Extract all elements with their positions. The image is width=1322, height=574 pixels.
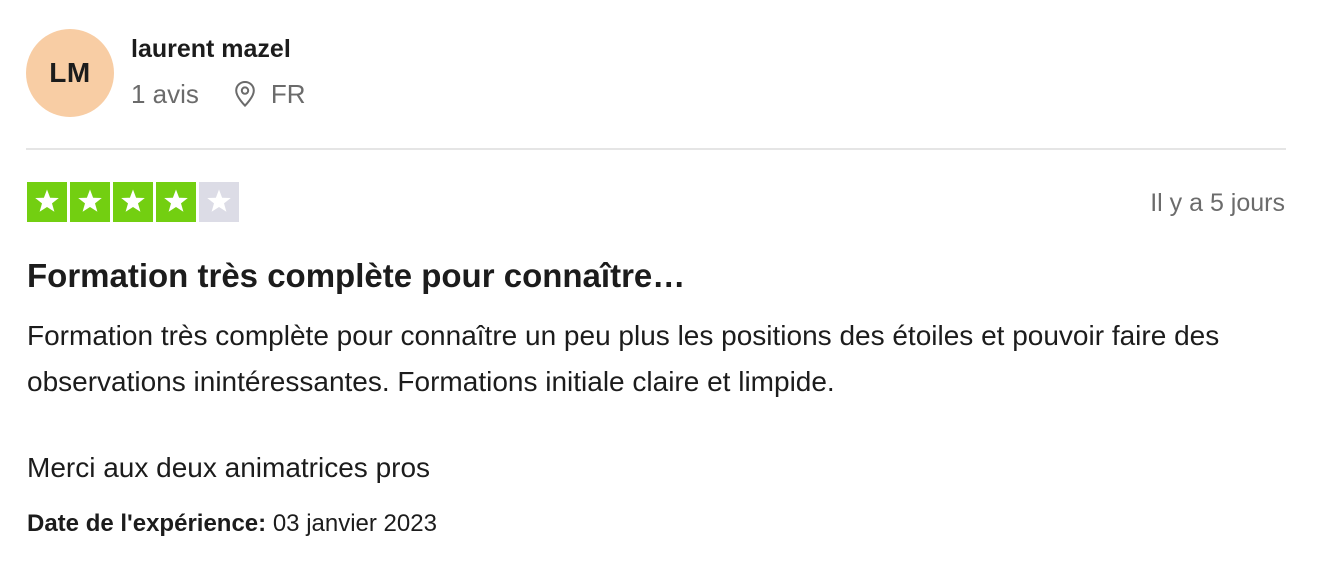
review-body-paragraph: Merci aux deux animatrices pros bbox=[27, 452, 431, 483]
reviewer-name[interactable]: laurent mazel bbox=[131, 33, 291, 65]
review-count: 1 avis bbox=[131, 79, 199, 109]
location-pin-icon bbox=[233, 79, 259, 109]
review-body-paragraph: Formation très complète pour connaître u… bbox=[27, 320, 1220, 397]
star-icon bbox=[113, 182, 153, 222]
review-card: LM laurent mazel 1 avis FR Il y a 5 jour… bbox=[0, 0, 1322, 574]
star-icon bbox=[27, 182, 67, 222]
experience-date-label: Date de l'expérience: bbox=[27, 510, 267, 537]
divider bbox=[26, 148, 1286, 150]
review-title[interactable]: Formation très complète pour connaître… bbox=[27, 255, 685, 297]
experience-date-value: 03 janvier 2023 bbox=[272, 510, 437, 537]
avatar-initials: LM bbox=[49, 57, 91, 88]
star-icon bbox=[70, 182, 110, 222]
reviewer-meta: 1 avis FR bbox=[131, 77, 306, 111]
experience-date: Date de l'expérience: 03 janvier 2023 bbox=[27, 507, 437, 541]
star-icon bbox=[156, 182, 196, 222]
star-rating bbox=[27, 182, 239, 222]
star-icon bbox=[199, 182, 239, 222]
avatar[interactable]: LM bbox=[26, 29, 114, 117]
review-body: Formation très complète pour connaître u… bbox=[27, 313, 1287, 491]
reviewer-country: FR bbox=[270, 79, 306, 109]
review-date: Il y a 5 jours bbox=[1150, 189, 1285, 217]
